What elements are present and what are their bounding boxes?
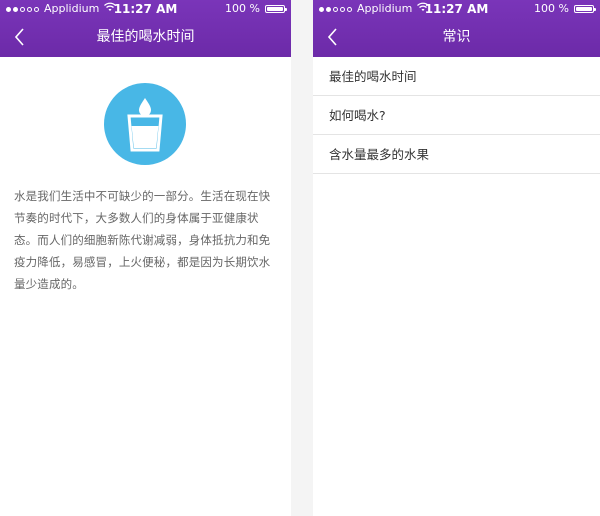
status-bar: Applidium 11:27 AM 100 % (313, 0, 600, 18)
screen-gutter (291, 0, 313, 516)
nav-bar: 最佳的喝水时间 (0, 18, 291, 57)
list-item[interactable]: 最佳的喝水时间 (313, 57, 600, 96)
content-area: 水是我们生活中不可缺少的一部分。生活在现在快节奏的时代下，大多数人们的身体属于亚… (0, 57, 291, 516)
topic-list: 最佳的喝水时间 如何喝水? 含水量最多的水果 (313, 57, 600, 174)
list-item[interactable]: 含水量最多的水果 (313, 135, 600, 174)
battery-percent: 100 % (225, 2, 260, 15)
page-title: 最佳的喝水时间 (96, 29, 195, 45)
top-bar: Applidium 11:27 AM 100 % (0, 0, 291, 57)
battery-icon (265, 5, 287, 13)
status-right: 100 % (534, 0, 596, 18)
list-item[interactable]: 如何喝水? (313, 96, 600, 135)
status-bar: Applidium 11:27 AM 100 % (0, 0, 291, 18)
content-area: 最佳的喝水时间 如何喝水? 含水量最多的水果 (313, 57, 600, 516)
phone-right: Applidium 11:27 AM 100 % 常识 最佳的喝水时间 如何喝水… (313, 0, 600, 516)
nav-bar: 常识 (313, 18, 600, 57)
battery-icon (574, 5, 596, 13)
article-text: 水是我们生活中不可缺少的一部分。生活在现在快节奏的时代下，大多数人们的身体属于亚… (14, 189, 271, 291)
battery-percent: 100 % (534, 2, 569, 15)
page-title: 常识 (442, 29, 471, 45)
water-glass-icon (104, 83, 186, 165)
status-right: 100 % (225, 0, 287, 18)
top-bar: Applidium 11:27 AM 100 % (313, 0, 600, 57)
phone-left: Applidium 11:27 AM 100 % 最佳的喝水时间 水是我们生活中… (0, 0, 291, 516)
screenshot-canvas: Applidium 11:27 AM 100 % 最佳的喝水时间 水是我们生活中… (0, 0, 600, 516)
